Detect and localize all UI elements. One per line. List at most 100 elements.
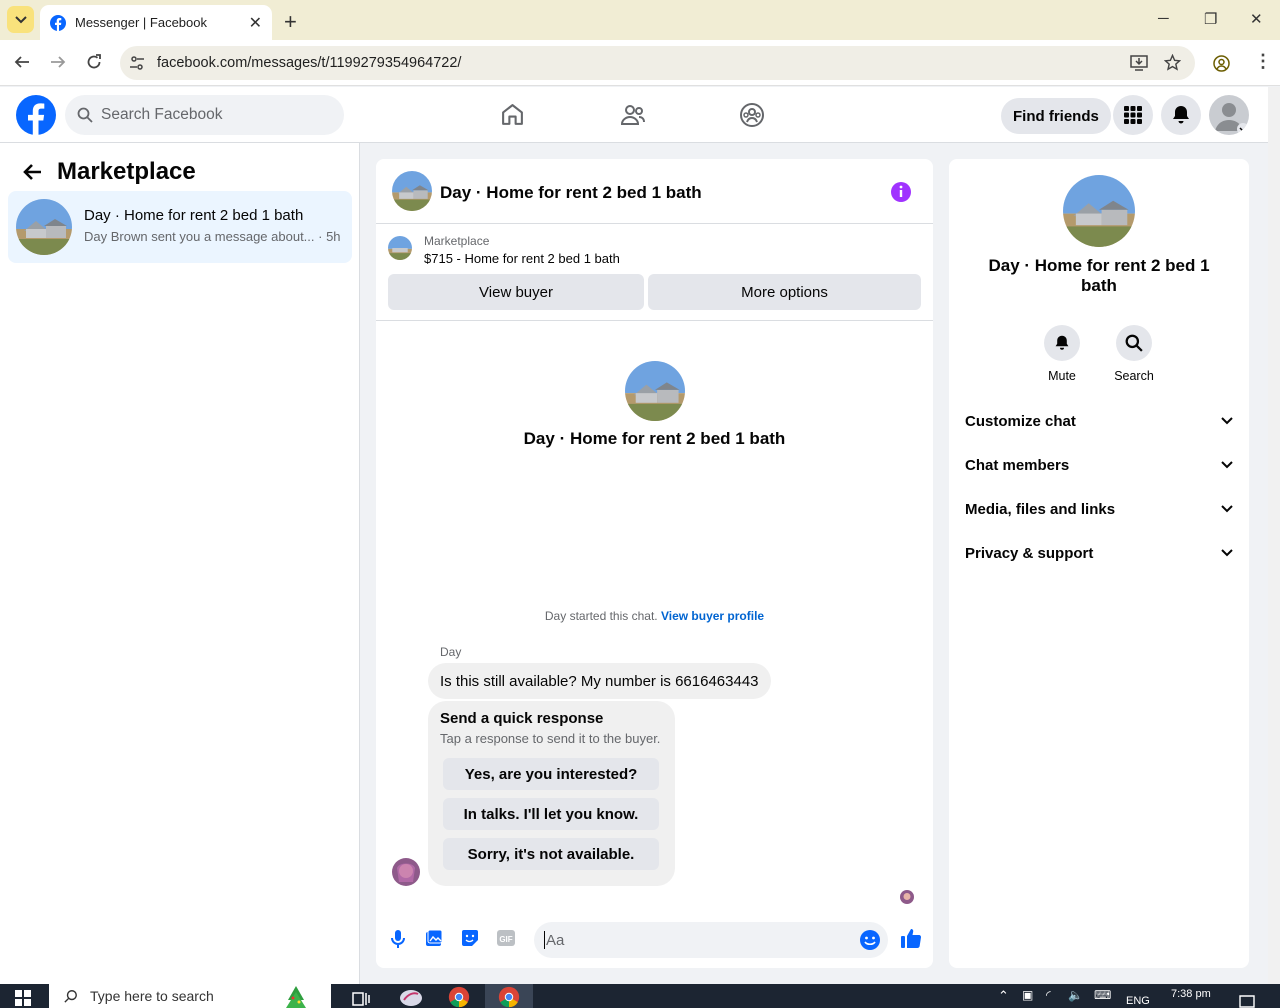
thumbs-up-icon[interactable] xyxy=(900,927,922,949)
search-label: Search xyxy=(1114,369,1154,383)
bookmark-star-icon[interactable] xyxy=(1164,54,1181,71)
notifications-button[interactable] xyxy=(1161,95,1201,135)
marketplace-sidebar: Marketplace Day · Home for rent 2 bed 1 … xyxy=(0,143,360,984)
bell-icon xyxy=(1055,335,1069,350)
page-scrollbar[interactable] xyxy=(1268,87,1280,984)
chat-started-notice: Day started this chat. View buyer profil… xyxy=(376,609,933,623)
groups-icon[interactable] xyxy=(739,102,765,128)
gif-icon[interactable]: GIF xyxy=(497,929,515,947)
tree-widget-icon[interactable] xyxy=(282,984,310,1008)
quick-response-not-available[interactable]: Sorry, it's not available. xyxy=(443,838,659,870)
info-icon[interactable] xyxy=(890,181,912,203)
url-text[interactable]: facebook.com/messages/t/1199279354964722… xyxy=(157,55,461,71)
mute-label: Mute xyxy=(1048,369,1076,383)
install-app-icon[interactable] xyxy=(1130,55,1148,71)
quick-response-card: Send a quick response Tap a response to … xyxy=(428,701,675,886)
windows-start-icon[interactable] xyxy=(15,990,31,1006)
profile-icon[interactable] xyxy=(1213,55,1230,72)
mute-circle xyxy=(1044,325,1080,361)
user-photo-icon xyxy=(392,858,420,886)
meet-now-icon[interactable]: ▣ xyxy=(1022,988,1033,1002)
quick-response-yes[interactable]: Yes, are you interested? xyxy=(443,758,659,790)
info-thumbnail xyxy=(1063,175,1135,247)
chrome-icon[interactable] xyxy=(446,986,472,1008)
chevron-up-icon[interactable]: ⌃ xyxy=(998,988,1009,1004)
home-icon[interactable] xyxy=(500,102,525,127)
notification-center-icon[interactable] xyxy=(1239,995,1255,1008)
chevron-down-icon xyxy=(1221,461,1233,469)
tab-search-button[interactable] xyxy=(7,6,34,33)
omnibox[interactable]: facebook.com/messages/t/1199279354964722… xyxy=(120,46,1195,80)
section-label: Customize chat xyxy=(965,412,1076,430)
find-friends-button[interactable]: Find friends xyxy=(1001,98,1111,134)
search-placeholder: Search Facebook xyxy=(101,106,223,123)
chevron-down-icon xyxy=(1221,505,1233,513)
keyboard-icon[interactable]: ⌨ xyxy=(1094,988,1111,1002)
chevron-down-icon xyxy=(1221,549,1233,557)
menu-button[interactable] xyxy=(1113,95,1153,135)
account-avatar[interactable] xyxy=(1209,95,1249,135)
close-tab-icon[interactable]: ✕ xyxy=(249,13,262,33)
tab-title: Messenger | Facebook xyxy=(75,15,207,30)
view-buyer-button[interactable]: View buyer xyxy=(388,274,644,310)
friends-icon[interactable] xyxy=(620,102,646,128)
view-buyer-profile-link[interactable]: View buyer profile xyxy=(661,609,764,623)
chat-members-section[interactable]: Chat members xyxy=(965,453,1233,477)
privacy-support-section[interactable]: Privacy & support xyxy=(965,541,1233,565)
facebook-search-input[interactable]: Search Facebook xyxy=(65,95,344,135)
conversation-item[interactable]: Day · Home for rent 2 bed 1 bath Day Bro… xyxy=(8,191,352,263)
facebook-logo-icon[interactable] xyxy=(16,95,56,135)
snippet-time: · 5h xyxy=(318,229,341,244)
volume-icon[interactable]: 🔈 xyxy=(1068,988,1083,1002)
more-options-button[interactable]: More options xyxy=(648,274,921,310)
microphone-icon[interactable] xyxy=(391,929,405,949)
mute-button[interactable]: Mute xyxy=(1032,325,1092,383)
conversation-name: Day · Home for rent 2 bed 1 bath xyxy=(84,207,304,224)
clock-time[interactable]: 7:38 pm xyxy=(1171,988,1211,1000)
chat-header-thumbnail[interactable] xyxy=(392,171,432,211)
house-photo-icon xyxy=(16,199,72,255)
chat-header-title[interactable]: Day · Home for rent 2 bed 1 bath xyxy=(440,183,702,203)
new-tab-button[interactable]: + xyxy=(284,9,297,35)
browser-tab[interactable]: Messenger | Facebook ✕ xyxy=(40,5,272,40)
restore-button[interactable]: ❐ xyxy=(1204,10,1217,28)
search-circle xyxy=(1116,325,1152,361)
browser-menu-icon[interactable]: ⋮ xyxy=(1254,51,1272,72)
back-arrow-icon[interactable] xyxy=(22,163,42,181)
marketplace-listing-bar: Marketplace $715 - Home for rent 2 bed 1… xyxy=(376,224,933,321)
message-input[interactable]: Aa xyxy=(534,922,888,958)
text-caret xyxy=(544,931,545,949)
reload-icon[interactable] xyxy=(86,54,102,70)
house-photo-icon xyxy=(388,236,412,260)
customize-chat-section[interactable]: Customize chat xyxy=(965,409,1233,433)
task-view-icon[interactable] xyxy=(352,990,370,1006)
sticker-icon[interactable] xyxy=(461,929,479,947)
chat-intro-title: Day · Home for rent 2 bed 1 bath xyxy=(523,429,786,448)
listing-mini-thumbnail xyxy=(388,236,412,260)
message-bubble[interactable]: Is this still available? My number is 66… xyxy=(428,663,771,699)
emoji-icon[interactable] xyxy=(860,930,880,950)
forward-arrow-icon[interactable] xyxy=(50,54,66,70)
app-icon[interactable] xyxy=(398,986,424,1008)
listing-title[interactable]: $715 - Home for rent 2 bed 1 bath xyxy=(424,251,620,266)
minimize-button[interactable]: ─ xyxy=(1158,10,1169,27)
site-settings-icon[interactable] xyxy=(129,55,145,71)
language-indicator[interactable]: ENG xyxy=(1126,995,1150,1007)
quick-response-in-talks[interactable]: In talks. I'll let you know. xyxy=(443,798,659,830)
user-silhouette-icon xyxy=(1215,103,1249,135)
taskbar-search-placeholder: Type here to search xyxy=(90,988,214,1004)
started-text: Day started this chat. xyxy=(544,609,658,623)
photo-icon[interactable] xyxy=(425,929,443,947)
browser-tab-strip: Messenger | Facebook ✕ + ─ ❐ ✕ xyxy=(0,0,1280,40)
back-arrow-icon[interactable] xyxy=(14,54,30,70)
media-files-links-section[interactable]: Media, files and links xyxy=(965,497,1233,521)
facebook-favicon-icon xyxy=(50,14,66,31)
windows-taskbar: Type here to search ⌃ ▣ ◜ 🔈 ⌨ ENG 7:38 p… xyxy=(0,984,1280,1008)
quick-response-title: Send a quick response xyxy=(440,710,604,727)
wifi-icon[interactable]: ◜ xyxy=(1046,988,1051,1002)
active-chrome-taskbar-button[interactable] xyxy=(485,984,533,1008)
close-window-button[interactable]: ✕ xyxy=(1250,10,1263,28)
sender-avatar[interactable] xyxy=(392,858,420,886)
search-conversation-button[interactable]: Search xyxy=(1104,325,1164,383)
address-bar-row: facebook.com/messages/t/1199279354964722… xyxy=(0,40,1280,86)
